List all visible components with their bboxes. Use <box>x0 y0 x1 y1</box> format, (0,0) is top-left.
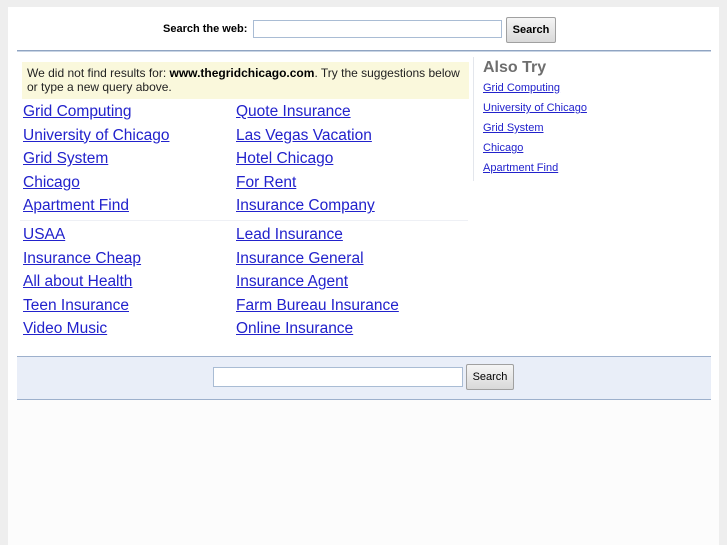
result-link[interactable]: Grid System <box>23 147 169 171</box>
result-link[interactable]: Teen Insurance <box>23 294 141 318</box>
also-try-link[interactable]: Apartment Find <box>483 158 633 178</box>
results-group2-left: USAA Insurance Cheap All about Health Teen … <box>23 223 141 341</box>
result-link[interactable]: Las Vegas Vacation <box>236 124 375 148</box>
result-link[interactable]: Insurance General <box>236 247 399 271</box>
results-group1-right: Quote Insurance Las Vegas Vacation Hotel C… <box>236 100 375 218</box>
also-try-link[interactable]: Chicago <box>483 138 633 158</box>
result-link[interactable]: Quote Insurance <box>236 100 375 124</box>
result-link[interactable]: Farm Bureau Insurance <box>236 294 399 318</box>
search-label: Search the web: <box>163 23 248 35</box>
notice-prefix: We did not find results for: <box>27 66 170 80</box>
results-group1-left: Grid Computing University of Chicago Grid … <box>23 100 169 218</box>
result-link[interactable]: Insurance Cheap <box>23 247 141 271</box>
top-search-bar: Search the web: Search <box>8 7 719 51</box>
bottom-search-input[interactable] <box>213 367 463 387</box>
empty-area <box>8 400 719 545</box>
top-search-input[interactable] <box>253 20 502 38</box>
also-try-list: Grid Computing University of Chicago Grid … <box>483 78 633 178</box>
also-try-link[interactable]: Grid System <box>483 118 633 138</box>
bottom-search-bar: Search <box>17 356 711 400</box>
results-group2-right: Lead Insurance Insurance General Insurance… <box>236 223 399 341</box>
also-try-panel: Also Try Grid Computing University of Chi… <box>473 57 633 181</box>
result-link[interactable]: Insurance Company <box>236 194 375 218</box>
result-link[interactable]: Hotel Chicago <box>236 147 375 171</box>
result-link[interactable]: Grid Computing <box>23 100 169 124</box>
header-divider <box>17 50 711 52</box>
result-link[interactable]: University of Chicago <box>23 124 169 148</box>
also-try-link[interactable]: Grid Computing <box>483 78 633 98</box>
results-divider <box>20 220 468 221</box>
result-link[interactable]: Insurance Agent <box>236 270 399 294</box>
result-link[interactable]: Apartment Find <box>23 194 169 218</box>
result-link[interactable]: Video Music <box>23 317 141 341</box>
result-link[interactable]: All about Health <box>23 270 141 294</box>
result-link[interactable]: USAA <box>23 223 141 247</box>
result-link[interactable]: Chicago <box>23 171 169 195</box>
result-link[interactable]: Lead Insurance <box>236 223 399 247</box>
page: Search the web: Search We did not find r… <box>8 7 719 545</box>
also-try-title: Also Try <box>483 59 547 76</box>
also-try-link[interactable]: University of Chicago <box>483 98 633 118</box>
notice-domain: www.thegridchicago.com <box>169 66 315 80</box>
result-link[interactable]: Online Insurance <box>236 317 399 341</box>
top-search-button[interactable]: Search <box>506 17 556 43</box>
result-link[interactable]: For Rent <box>236 171 375 195</box>
bottom-search-button[interactable]: Search <box>466 364 514 390</box>
no-results-notice: We did not find results for: www.thegrid… <box>22 62 469 99</box>
